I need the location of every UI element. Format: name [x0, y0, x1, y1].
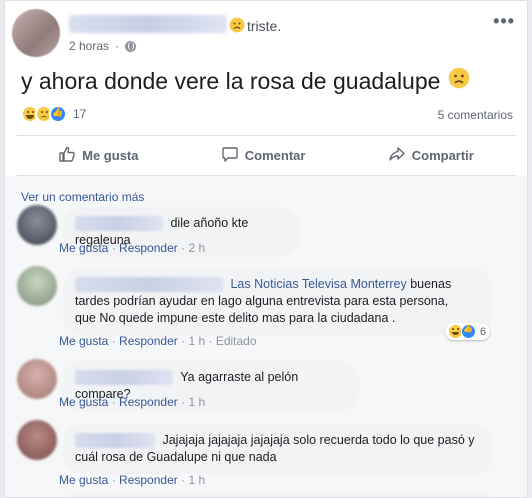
- commenter-name-redacted[interactable]: [75, 277, 223, 293]
- comment-bubble: Jajajaja jajajaja jajajaja solo recuerda…: [63, 424, 493, 474]
- comment-time[interactable]: 1 h: [188, 473, 205, 487]
- comment-meta: Me gusta · Responder · 2 h: [59, 241, 206, 255]
- reaction-count: 17: [73, 107, 87, 121]
- author-avatar[interactable]: [12, 9, 60, 57]
- comment-meta: Me gusta · Responder · 1 h: [59, 473, 206, 487]
- globe-icon[interactable]: [125, 40, 137, 52]
- like-reaction-icon: [49, 105, 67, 123]
- avatar[interactable]: [17, 266, 57, 306]
- comment-icon: [221, 145, 239, 166]
- comment-text: que No quede impune este delito mas para…: [75, 311, 396, 325]
- commenter-name-redacted[interactable]: [75, 216, 163, 232]
- comment-reaction-count: 6: [480, 325, 487, 338]
- comment-meta: Me gusta · Responder · 1 h · Editado: [59, 334, 257, 348]
- comment-meta: Me gusta · Responder · 1 h: [59, 395, 206, 409]
- comment-bubble: Las Noticias Televisa Monterrey buenas t…: [63, 268, 491, 335]
- comment-reply-button[interactable]: Responder: [119, 473, 178, 487]
- share-icon: [388, 145, 406, 166]
- more-options-icon[interactable]: •••: [493, 11, 515, 32]
- post-meta: 2 horas ·: [69, 39, 137, 53]
- sad-emoji-icon: [448, 67, 470, 95]
- like-reaction-icon: [461, 324, 476, 339]
- comment-time[interactable]: 1 h: [188, 395, 205, 409]
- author-name-redacted[interactable]: [69, 15, 227, 33]
- comment-button[interactable]: Comentar: [221, 145, 306, 166]
- post-card: triste. 2 horas · ••• y ahora donde vere…: [4, 0, 528, 498]
- avatar[interactable]: [17, 359, 57, 399]
- comment-text: buenas: [410, 277, 452, 291]
- comments-count-link[interactable]: 5 comentarios: [438, 108, 513, 122]
- post-text-content: y ahora donde vere la rosa de guadalupe: [21, 67, 441, 94]
- share-label: Compartir: [411, 147, 474, 163]
- comment-time[interactable]: 1 h: [188, 334, 205, 348]
- view-more-comments-link[interactable]: Ver un comentario más: [21, 190, 144, 204]
- edited-label[interactable]: Editado: [216, 334, 257, 348]
- comment-like-button[interactable]: Me gusta: [59, 473, 108, 487]
- avatar[interactable]: [17, 205, 57, 245]
- feeling-label: triste.: [247, 18, 282, 34]
- commenter-name-redacted[interactable]: [75, 433, 155, 449]
- comment-text: Jajajaja jajajaja jajajaja solo recuerda…: [162, 433, 475, 447]
- comment-time[interactable]: 2 h: [188, 241, 205, 255]
- like-label: Me gusta: [82, 147, 139, 163]
- post-text: y ahora donde vere la rosa de guadalupe: [21, 67, 470, 95]
- comment-like-button[interactable]: Me gusta: [59, 334, 108, 348]
- like-button[interactable]: Me gusta: [58, 145, 138, 166]
- comment-reply-button[interactable]: Responder: [119, 395, 178, 409]
- comment-text: tardes podrían ayudar en lago alguna ent…: [75, 294, 449, 308]
- mention-link[interactable]: Las Noticias Televisa Monterrey: [230, 277, 406, 291]
- comment-reply-button[interactable]: Responder: [119, 334, 178, 348]
- comment-like-button[interactable]: Me gusta: [59, 395, 108, 409]
- sad-emoji-icon: [229, 17, 245, 38]
- comment-reply-button[interactable]: Responder: [119, 241, 178, 255]
- share-button[interactable]: Compartir: [388, 145, 474, 166]
- comment-label: Comentar: [244, 147, 306, 163]
- reactions-summary[interactable]: 17: [21, 105, 86, 123]
- post-actions: Me gusta Comentar Compartir: [17, 136, 515, 174]
- post-time[interactable]: 2 horas: [69, 39, 109, 53]
- comment-reactions[interactable]: 6: [445, 323, 491, 340]
- comment-like-button[interactable]: Me gusta: [59, 241, 108, 255]
- comment-text: cuál rosa de Guadalupe ni que nada: [75, 450, 277, 464]
- avatar[interactable]: [17, 420, 57, 460]
- thumbs-up-icon: [58, 145, 76, 166]
- commenter-name-redacted[interactable]: [75, 370, 173, 386]
- comment-bubble: [63, 493, 493, 497]
